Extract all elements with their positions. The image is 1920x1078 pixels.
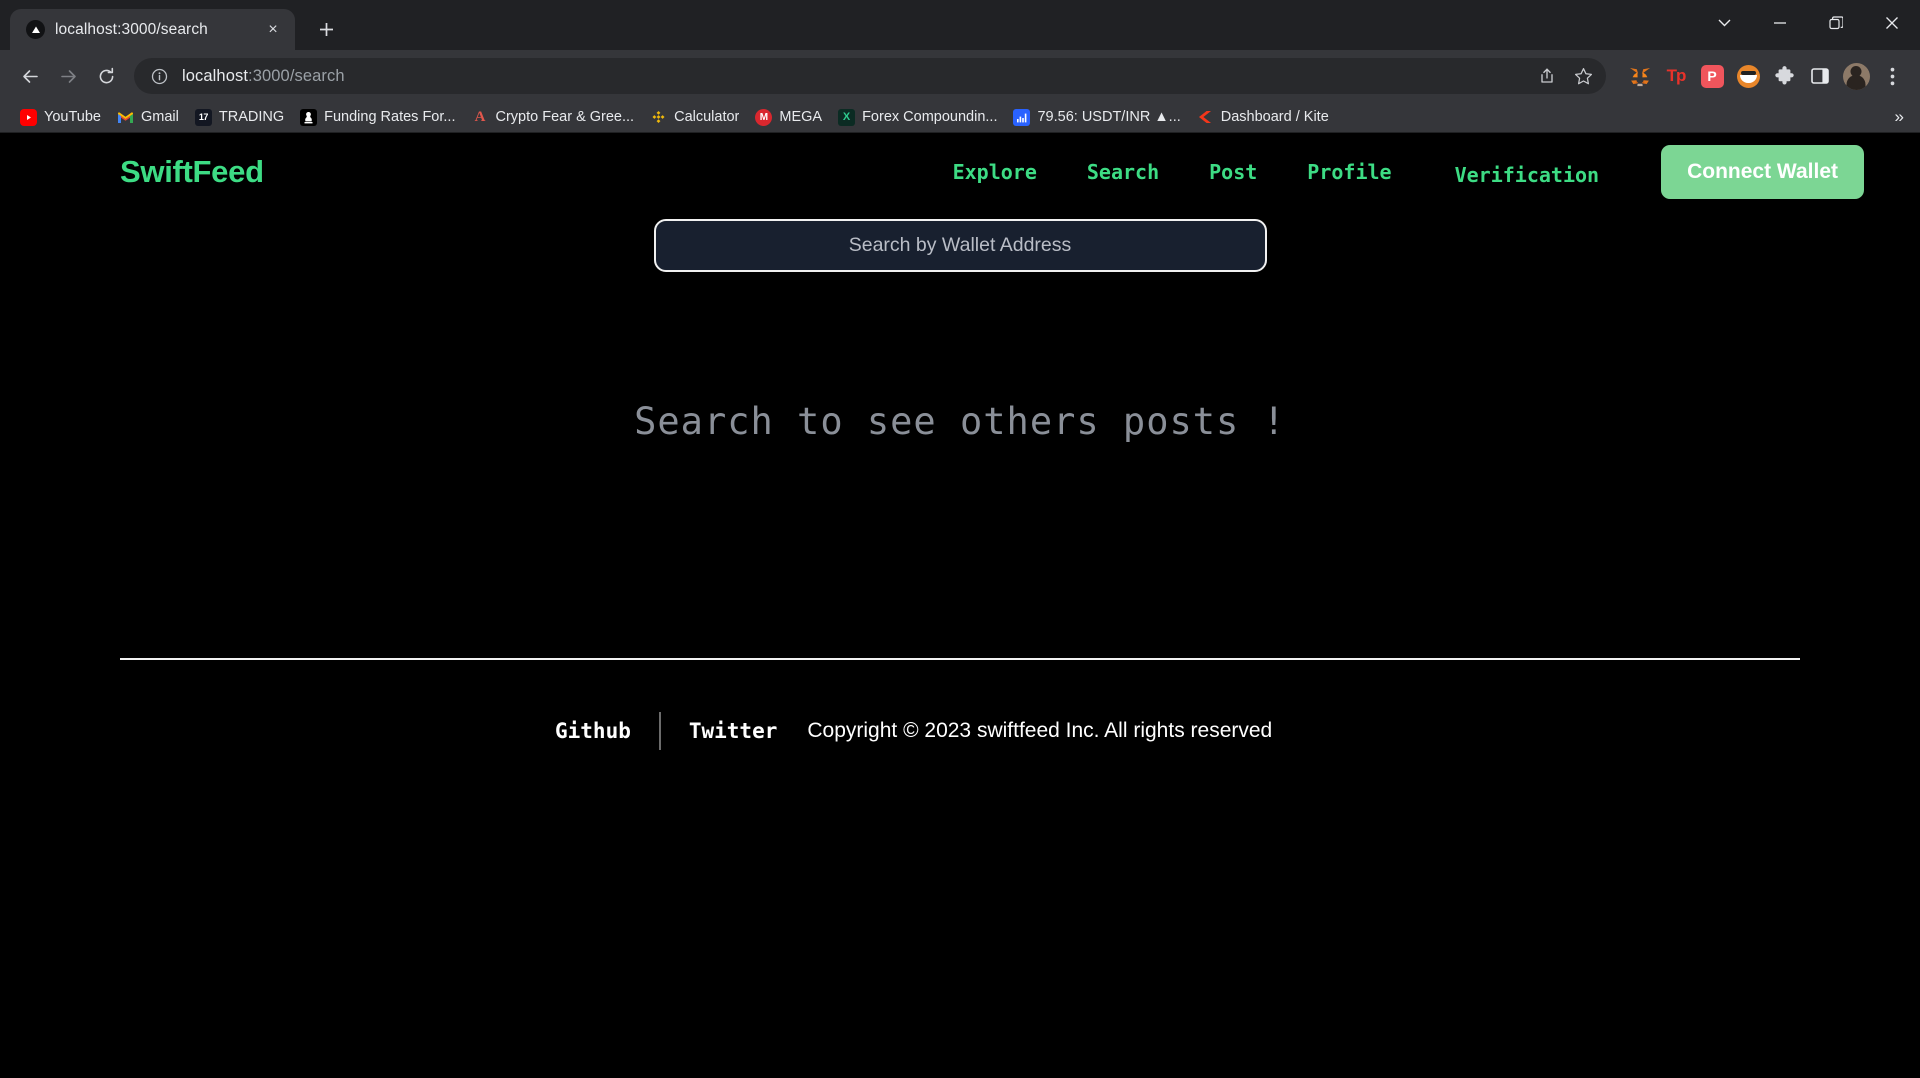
- side-panel-icon[interactable]: [1804, 60, 1836, 92]
- new-tab-button[interactable]: [309, 12, 343, 46]
- tab-search-icon[interactable]: [1696, 0, 1752, 45]
- site-logo[interactable]: SwiftFeed: [120, 154, 264, 190]
- footer-divider: [120, 658, 1800, 660]
- restore-icon[interactable]: [1808, 0, 1864, 45]
- funding-rates-icon: [300, 108, 318, 126]
- connect-wallet-button[interactable]: Connect Wallet: [1661, 145, 1864, 199]
- bookmark-label: Calculator: [674, 109, 740, 125]
- bookmark-youtube[interactable]: YouTube: [12, 106, 109, 129]
- alternative-me-icon: A: [474, 108, 486, 125]
- share-icon[interactable]: [1530, 59, 1564, 93]
- bookmark-funding-rates[interactable]: Funding Rates For...: [292, 106, 463, 129]
- binance-icon: [650, 109, 667, 126]
- bookmark-trading[interactable]: 17 TRADING: [187, 106, 292, 129]
- bookmark-label: Funding Rates For...: [324, 109, 456, 125]
- search-section: [0, 219, 1920, 272]
- nav-item-post[interactable]: Post: [1184, 160, 1282, 184]
- gmail-icon: [117, 109, 134, 126]
- reload-icon[interactable]: [88, 58, 124, 94]
- profile-avatar[interactable]: [1840, 60, 1872, 92]
- main-navigation: Explore Search Post Profile Verification…: [928, 145, 1892, 199]
- close-window-icon[interactable]: [1864, 0, 1920, 45]
- url-path: :3000/search: [248, 66, 345, 85]
- bookmark-label: Crypto Fear & Gree...: [495, 109, 635, 125]
- footer-copyright: Copyright © 2023 swiftfeed Inc. All righ…: [807, 719, 1273, 742]
- footer-separator: [658, 712, 661, 750]
- forward-icon[interactable]: [50, 58, 86, 94]
- bookmark-label: Dashboard / Kite: [1220, 109, 1329, 125]
- browser-window: localhost:3000/search × localhost:3000/s…: [0, 0, 1920, 1078]
- site-header: SwiftFeed Explore Search Post Profile Ve…: [0, 133, 1920, 211]
- page-viewport: SwiftFeed Explore Search Post Profile Ve…: [0, 133, 1920, 1078]
- forex-icon: X: [838, 108, 856, 126]
- back-icon[interactable]: [12, 58, 48, 94]
- bookmark-kite-dashboard[interactable]: Dashboard / Kite: [1189, 106, 1337, 129]
- bookmark-crypto-fear-greed[interactable]: A Crypto Fear & Gree...: [463, 106, 642, 129]
- bookmark-forex-compounding[interactable]: X Forex Compoundin...: [830, 106, 1005, 129]
- extension-icons: Tp P: [1624, 60, 1908, 92]
- youtube-icon: [20, 108, 37, 126]
- metamask-extension-icon[interactable]: [1624, 60, 1656, 92]
- nav-item-explore[interactable]: Explore: [928, 160, 1062, 184]
- omnibox-actions: [1530, 59, 1600, 93]
- bookmark-label: YouTube: [44, 109, 101, 125]
- bookmarks-bar: YouTube Gmail 17 TRADING Funding Rates F…: [0, 102, 1920, 133]
- bookmark-label: MEGA: [779, 109, 823, 125]
- bookmark-calculator[interactable]: Calculator: [642, 106, 747, 129]
- three-dot-menu-icon[interactable]: [1876, 60, 1908, 92]
- address-bar-text: localhost:3000/search: [182, 67, 1530, 86]
- bookmark-mega[interactable]: M MEGA: [747, 106, 830, 129]
- empty-state-message: Search to see others posts !: [634, 400, 1286, 443]
- browser-toolbar: localhost:3000/search Tp P: [0, 50, 1920, 102]
- tradingview-icon: 17: [194, 108, 212, 126]
- footer-link-github[interactable]: Github: [555, 719, 631, 743]
- url-host: localhost: [182, 66, 249, 85]
- tab-title: localhost:3000/search: [55, 20, 208, 38]
- wallet-address-search-input[interactable]: [653, 219, 1267, 272]
- bookmark-label: 79.56: USDT/INR ▲...: [1037, 109, 1181, 125]
- extensions-puzzle-icon[interactable]: [1768, 60, 1800, 92]
- bookmark-label: Forex Compoundin...: [862, 109, 998, 125]
- bookmarks-overflow-button[interactable]: »: [1889, 107, 1910, 127]
- close-tab-icon[interactable]: ×: [261, 18, 285, 42]
- footer-content: Github Twitter Copyright © 2023 swiftfee…: [0, 712, 1920, 750]
- address-bar[interactable]: localhost:3000/search: [134, 58, 1606, 94]
- bookmark-label: TRADING: [218, 109, 285, 125]
- footer-link-twitter[interactable]: Twitter: [689, 719, 778, 743]
- triangle-play-icon: [26, 20, 45, 39]
- mega-icon: M: [755, 108, 773, 126]
- phantom-extension-icon[interactable]: P: [1696, 60, 1728, 92]
- shiba-extension-icon[interactable]: [1732, 60, 1764, 92]
- nav-item-search[interactable]: Search: [1062, 160, 1184, 184]
- bookmark-label: Gmail: [140, 109, 179, 125]
- star-icon[interactable]: [1566, 59, 1600, 93]
- nav-item-verification[interactable]: Verification: [1417, 163, 1630, 187]
- window-controls: [1696, 0, 1920, 45]
- info-circle-icon[interactable]: [148, 65, 170, 87]
- browser-tab[interactable]: localhost:3000/search ×: [10, 9, 295, 50]
- bookmark-gmail[interactable]: Gmail: [109, 106, 187, 129]
- tokenpocket-extension-icon[interactable]: Tp: [1660, 60, 1692, 92]
- minimize-icon[interactable]: [1752, 0, 1808, 45]
- bookmark-usdt-inr[interactable]: 79.56: USDT/INR ▲...: [1005, 106, 1188, 129]
- kite-icon: [1197, 109, 1214, 126]
- tab-strip: localhost:3000/search ×: [0, 0, 1920, 50]
- nav-item-profile[interactable]: Profile: [1282, 160, 1416, 184]
- usdt-inr-chart-icon: [1013, 108, 1031, 126]
- site-footer: Github Twitter Copyright © 2023 swiftfee…: [0, 658, 1920, 750]
